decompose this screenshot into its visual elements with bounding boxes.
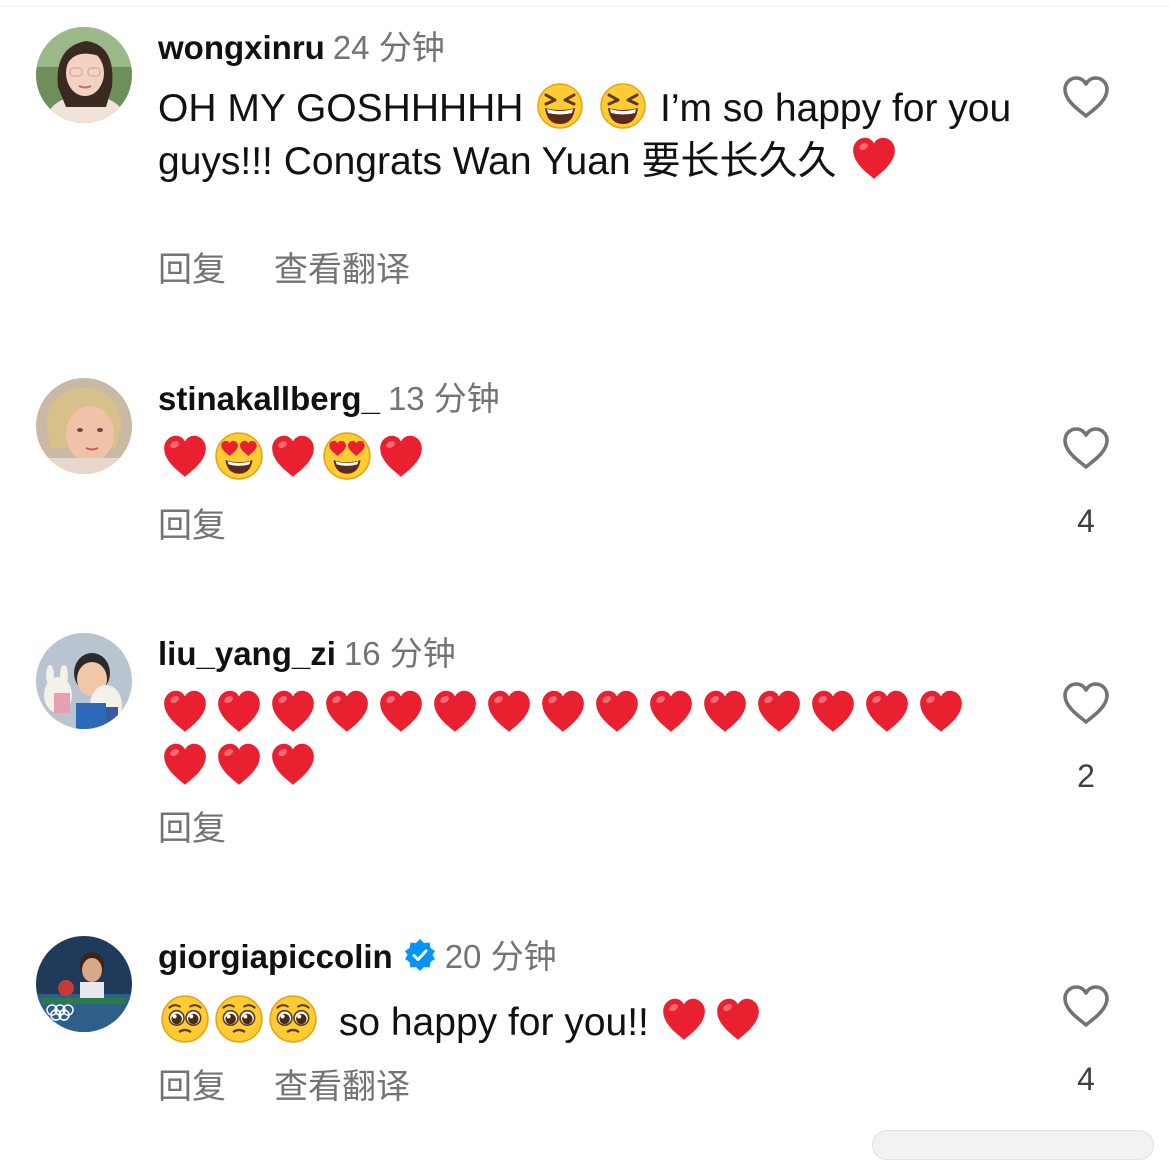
heart-eyes-face-icon: [214, 431, 264, 481]
like-count: 2: [1077, 758, 1095, 794]
red-heart-icon: [268, 739, 318, 789]
red-heart-icon: [160, 431, 210, 481]
reply-button[interactable]: 回复: [158, 507, 226, 545]
comment-header: wongxinru 24 分钟: [158, 29, 445, 67]
pleading-face-icon: [160, 994, 210, 1044]
top-divider: [0, 6, 1169, 7]
red-heart-icon: [700, 686, 750, 736]
comment-header: stinakallberg_ 13 分钟: [158, 380, 500, 418]
username[interactable]: stinakallberg_: [158, 380, 380, 417]
red-heart-icon: [268, 431, 318, 481]
username[interactable]: wongxinru: [158, 29, 325, 66]
comment-actions: 回复: [158, 506, 274, 546]
comment-text-part: so happy for you!!: [338, 1001, 649, 1044]
like-count: 4: [1077, 503, 1095, 539]
verified-badge-icon: [403, 938, 437, 987]
red-heart-icon: [214, 739, 264, 789]
comment-actions: 回复 查看翻译: [158, 250, 458, 290]
like-count: 4: [1077, 1061, 1095, 1097]
comment-header: liu_yang_zi 16 分钟: [158, 635, 456, 673]
red-heart-icon: [808, 686, 858, 736]
red-heart-icon: [484, 686, 534, 736]
heart-eyes-face-icon: [322, 431, 372, 481]
comment-text-part: OH MY GOSHHHHH: [158, 87, 524, 130]
pleading-face-icon: [214, 994, 264, 1044]
grinning-squinting-face-icon: [599, 82, 647, 130]
timestamp: 20 分钟: [444, 938, 557, 975]
home-indicator[interactable]: [872, 1130, 1154, 1160]
grinning-squinting-face-icon: [536, 82, 584, 130]
username[interactable]: giorgiapiccolin: [158, 938, 393, 975]
red-heart-icon: [160, 739, 210, 789]
comment-actions: 回复: [158, 809, 274, 849]
like-heart-icon[interactable]: [1061, 680, 1111, 726]
like-heart-icon[interactable]: [1061, 425, 1111, 471]
timestamp: 13 分钟: [387, 380, 500, 417]
red-heart-icon: [214, 686, 264, 736]
red-heart-icon: [916, 686, 966, 736]
see-translation-button[interactable]: 查看翻译: [274, 1068, 410, 1106]
red-heart-icon: [376, 686, 426, 736]
avatar[interactable]: [36, 27, 132, 123]
red-heart-icon: [376, 431, 426, 481]
red-heart-icon: [754, 686, 804, 736]
comment-text: [158, 431, 1028, 484]
red-heart-icon: [430, 686, 480, 736]
red-heart-icon: [849, 133, 899, 183]
comment-text: so happy for you!!: [158, 994, 1028, 1047]
see-translation-button[interactable]: 查看翻译: [274, 251, 410, 289]
comment-actions: 回复 查看翻译: [158, 1067, 458, 1107]
comment-text: [158, 686, 1018, 792]
avatar[interactable]: [36, 936, 132, 1032]
red-heart-icon: [713, 994, 763, 1044]
red-heart-icon: [659, 994, 709, 1044]
avatar[interactable]: [36, 378, 132, 474]
red-heart-icon: [160, 686, 210, 736]
like-heart-icon[interactable]: [1061, 74, 1111, 120]
red-heart-icon: [538, 686, 588, 736]
red-heart-icon: [322, 686, 372, 736]
red-heart-icon: [268, 686, 318, 736]
timestamp: 16 分钟: [343, 635, 456, 672]
avatar[interactable]: [36, 633, 132, 729]
comment-header: giorgiapiccolin 20 分钟: [158, 938, 557, 976]
reply-button[interactable]: 回复: [158, 810, 226, 848]
like-heart-icon[interactable]: [1061, 983, 1111, 1029]
timestamp: 24 分钟: [332, 29, 445, 66]
red-heart-icon: [592, 686, 642, 736]
red-heart-icon: [646, 686, 696, 736]
reply-button[interactable]: 回复: [158, 1068, 226, 1106]
comment-text: OH MY GOSHHHHH I’m so happy for you guys…: [158, 82, 1028, 186]
pleading-face-icon: [268, 994, 318, 1044]
red-heart-icon: [862, 686, 912, 736]
username[interactable]: liu_yang_zi: [158, 635, 336, 672]
reply-button[interactable]: 回复: [158, 251, 226, 289]
